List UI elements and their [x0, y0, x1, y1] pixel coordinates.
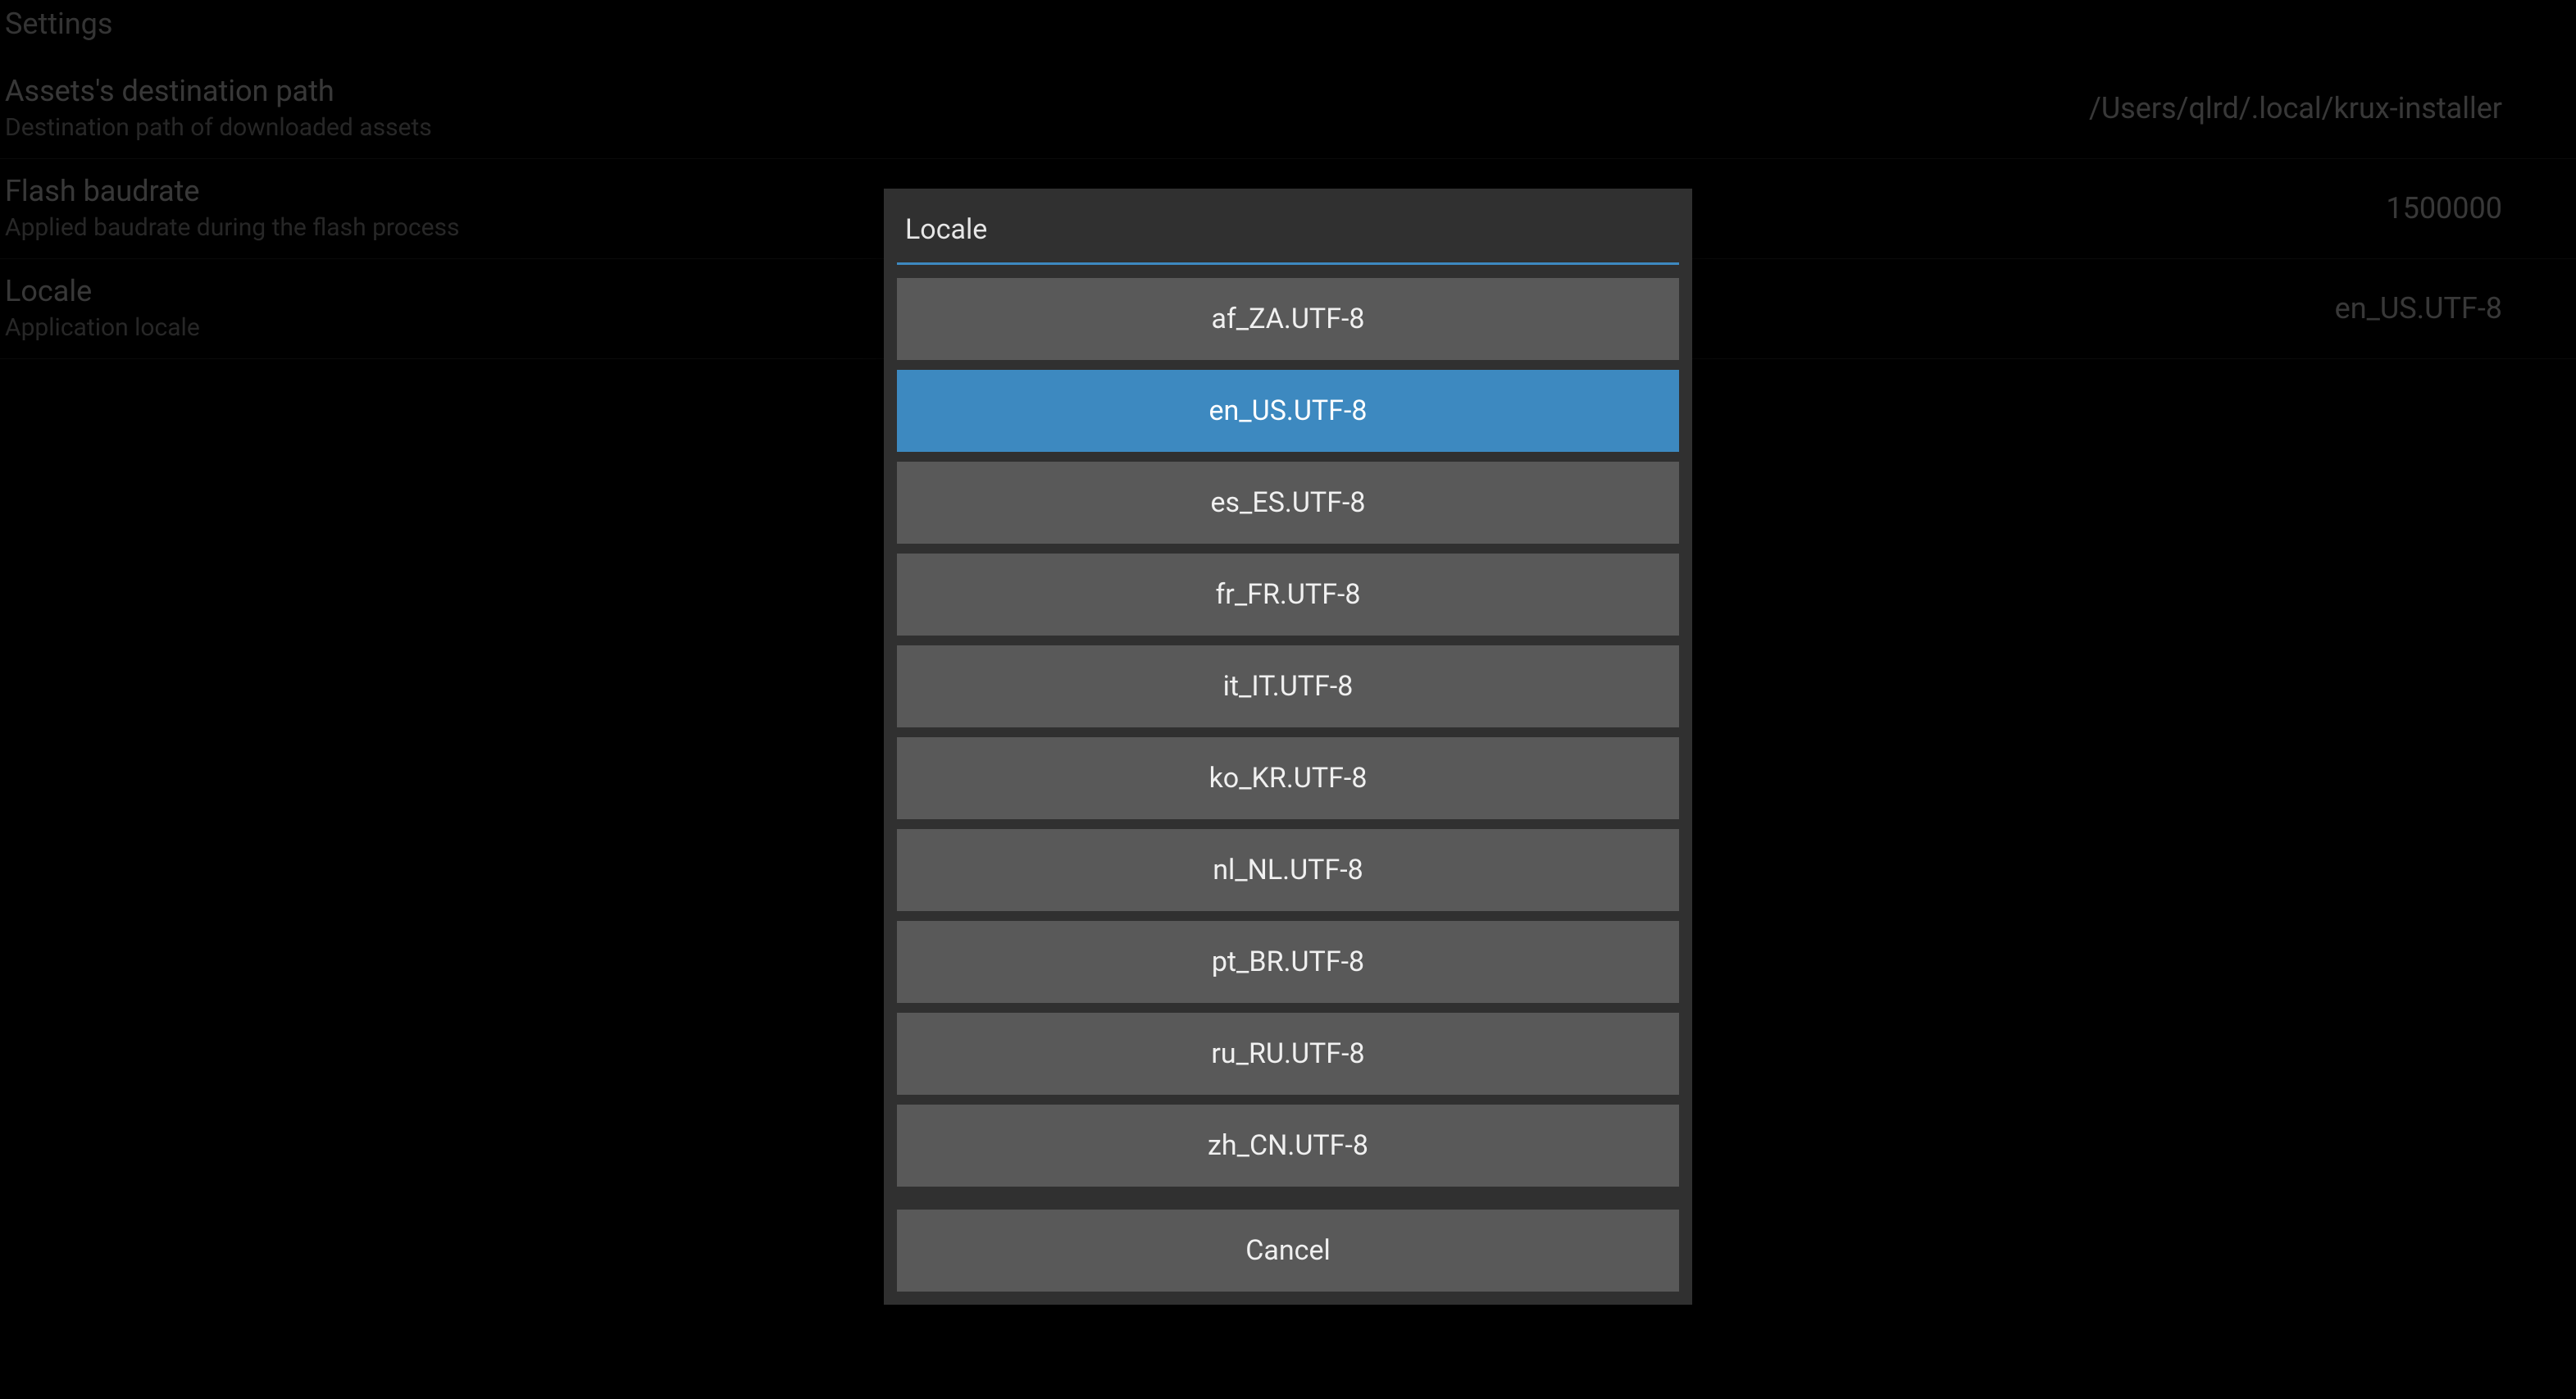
locale-option[interactable]: es_ES.UTF-8 [897, 462, 1679, 544]
locale-option[interactable]: fr_FR.UTF-8 [897, 554, 1679, 636]
settings-row-subtitle: Application locale [5, 313, 200, 342]
settings-row-title: Assets's destination path [5, 74, 432, 108]
cancel-button[interactable]: Cancel [897, 1210, 1679, 1292]
locale-option[interactable]: af_ZA.UTF-8 [897, 278, 1679, 360]
locale-option[interactable]: en_US.UTF-8 [897, 370, 1679, 452]
locale-option[interactable]: nl_NL.UTF-8 [897, 829, 1679, 911]
settings-row-subtitle: Applied baudrate during the flash proces… [5, 213, 459, 242]
settings-row-title: Flash baudrate [5, 174, 459, 208]
locale-option[interactable]: ru_RU.UTF-8 [897, 1013, 1679, 1095]
locale-options-list: af_ZA.UTF-8 en_US.UTF-8 es_ES.UTF-8 fr_FR.U… [884, 265, 1692, 1187]
settings-row-value: /Users/qlrd/.local/krux-installer [2089, 91, 2571, 125]
settings-header: Settings [0, 0, 2576, 59]
settings-row-value: 1500000 [2386, 191, 2571, 226]
locale-dialog: Locale af_ZA.UTF-8 en_US.UTF-8 es_ES.UTF-8… [884, 189, 1692, 1305]
locale-option[interactable]: zh_CN.UTF-8 [897, 1105, 1679, 1187]
settings-row-value: en_US.UTF-8 [2335, 291, 2571, 326]
settings-row-assets-path[interactable]: Assets's destination path Destination pa… [0, 59, 2576, 159]
locale-option[interactable]: pt_BR.UTF-8 [897, 921, 1679, 1003]
locale-option[interactable]: ko_KR.UTF-8 [897, 737, 1679, 819]
settings-row-subtitle: Destination path of downloaded assets [5, 113, 432, 142]
dialog-title: Locale [884, 189, 1692, 262]
locale-option[interactable]: it_IT.UTF-8 [897, 645, 1679, 727]
settings-row-title: Locale [5, 274, 200, 308]
